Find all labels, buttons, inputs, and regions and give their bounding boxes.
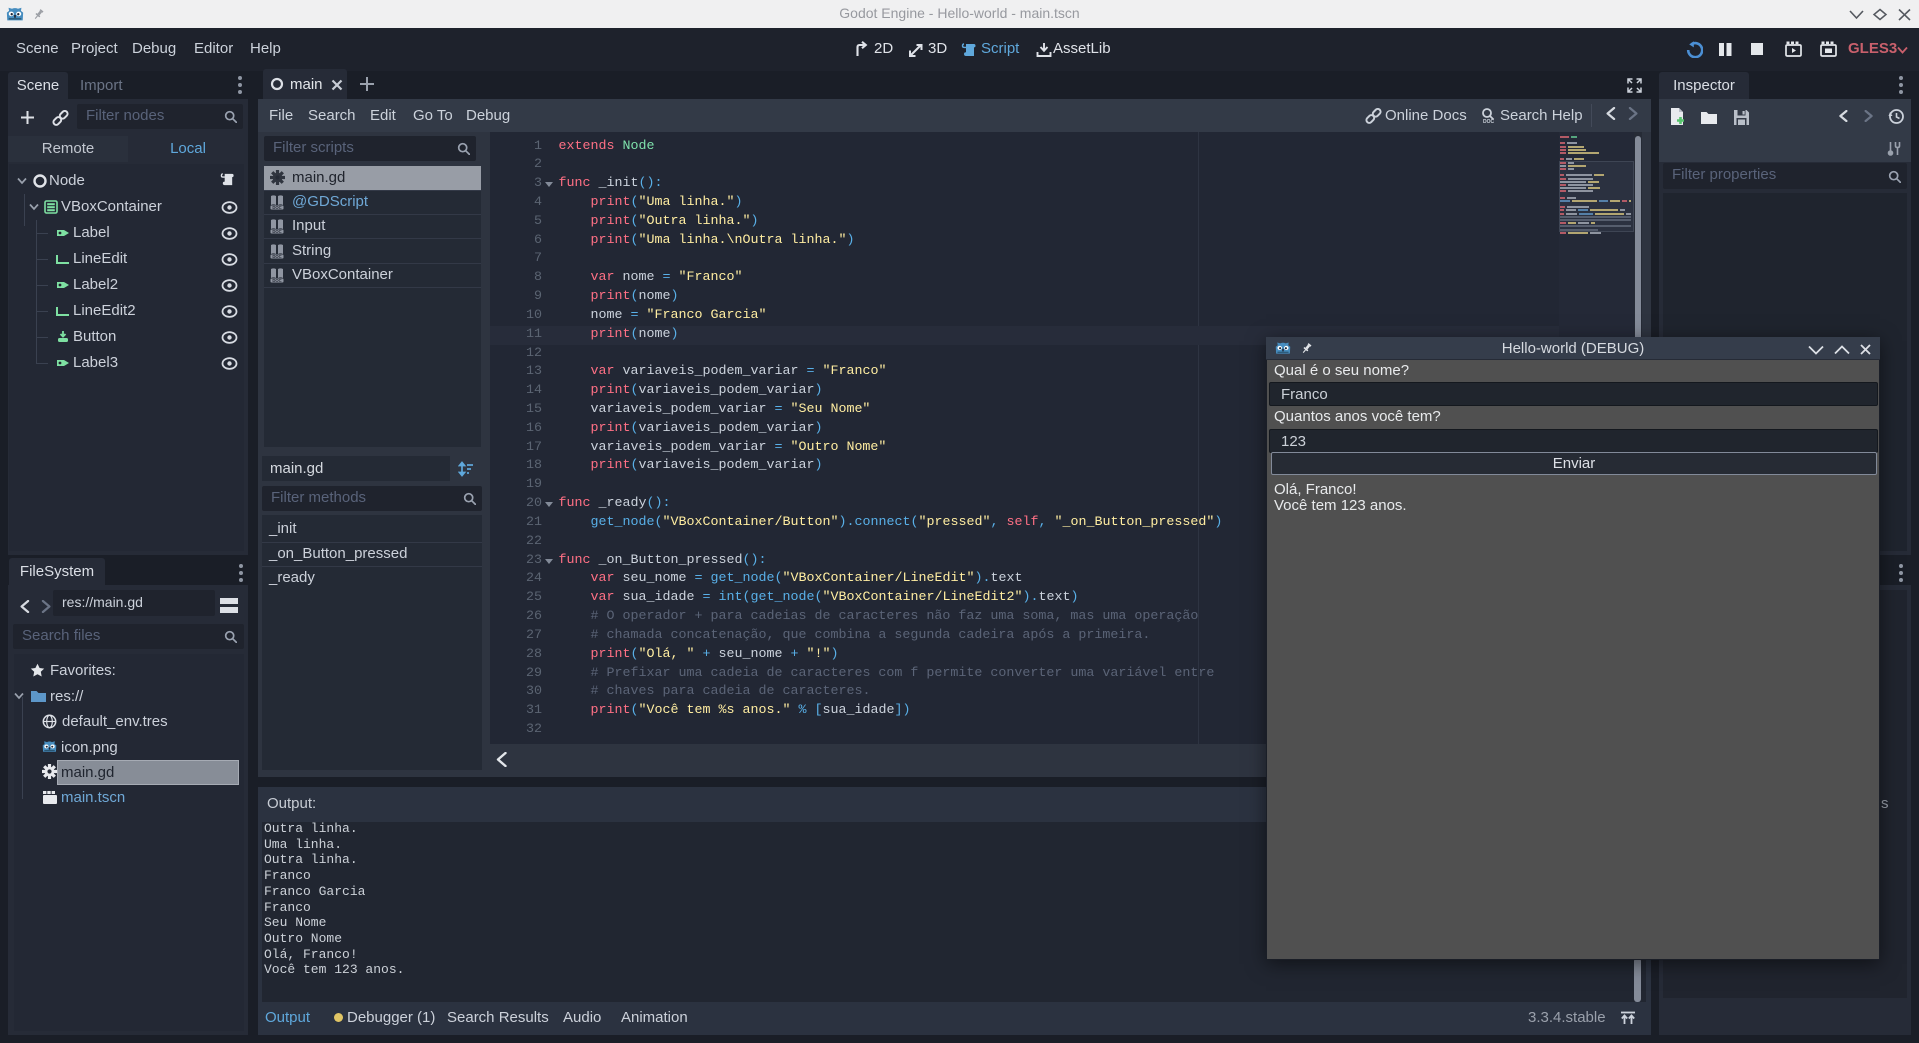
- svg-text:DOC: DOC: [1483, 119, 1495, 124]
- svg-text:DOC: DOC: [272, 205, 281, 210]
- svg-text:DOC: DOC: [272, 229, 281, 234]
- svg-text:DOC: DOC: [272, 254, 281, 259]
- svg-text:DOC: DOC: [272, 278, 281, 283]
